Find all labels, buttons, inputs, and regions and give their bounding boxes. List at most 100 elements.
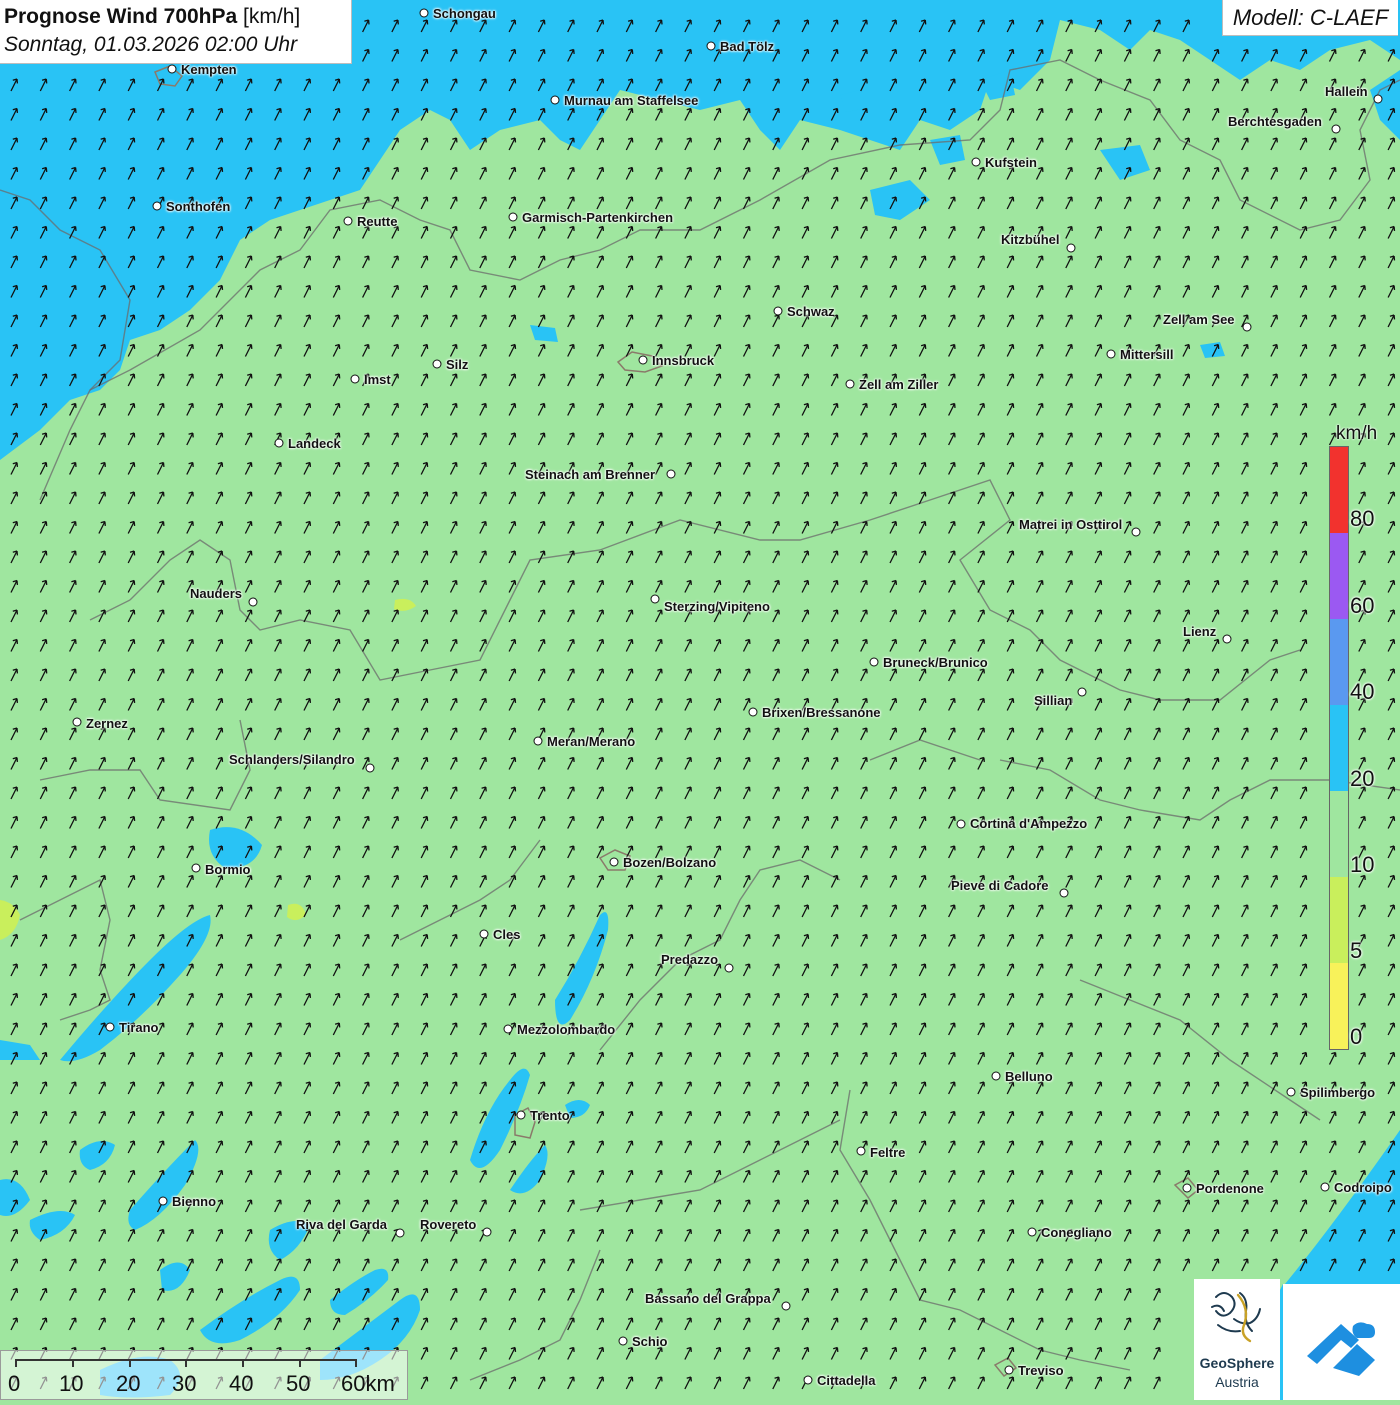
legend-label: 0: [1350, 1024, 1363, 1049]
city-label: Zell am See: [1163, 312, 1235, 327]
scale-tick: [129, 1359, 131, 1367]
city-marker: [869, 657, 879, 667]
city-marker: [152, 201, 162, 211]
city-marker: [1004, 1365, 1014, 1375]
city-label: Mezzolombardo: [517, 1022, 616, 1037]
app-logo-icon: [1307, 1322, 1375, 1376]
legend-label: 10: [1350, 852, 1375, 877]
legend-label: 5: [1350, 938, 1363, 963]
city-label: Lienz: [1183, 624, 1217, 639]
city-label: Meran/Merano: [547, 734, 636, 749]
app-logo[interactable]: [1283, 1284, 1400, 1400]
scale-label: 40: [229, 1371, 254, 1396]
legend-unit: km/h: [1336, 423, 1378, 444]
city-label: Riva del Garda: [296, 1217, 388, 1232]
city-label: Pordenone: [1196, 1181, 1264, 1196]
city-marker: [781, 1301, 791, 1311]
city-marker: [724, 963, 734, 973]
city-marker: [248, 597, 258, 607]
city-marker: [971, 157, 981, 167]
city-marker: [748, 707, 758, 717]
legend-color-bar: [1329, 446, 1349, 1050]
city-label: Feltre: [870, 1145, 906, 1160]
legend-segment: [1330, 877, 1348, 963]
city-marker: [191, 863, 201, 873]
city-label: Belluno: [1005, 1069, 1053, 1084]
city-label: Bienno: [172, 1194, 217, 1209]
city-label: Kufstein: [985, 155, 1037, 170]
city-label: Cortina d'Ampezzo: [970, 816, 1088, 831]
city-marker: [1066, 243, 1076, 253]
legend-segment: [1330, 791, 1348, 877]
city-marker: [856, 1146, 866, 1156]
city-label: Zell am Ziller: [859, 377, 939, 392]
city-label: Rovereto: [420, 1217, 477, 1232]
city-marker: [1242, 322, 1252, 332]
city-marker: [350, 374, 360, 384]
city-label: Bormio: [205, 862, 251, 877]
city-marker: [432, 359, 442, 369]
scale-tick: [185, 1359, 187, 1367]
map-title-main: Prognose Wind 700hPa: [4, 5, 238, 28]
city-marker: [609, 857, 619, 867]
city-label: Garmisch-Partenkirchen: [522, 210, 674, 225]
legend-segment: [1330, 963, 1348, 1049]
city-marker: [158, 1196, 168, 1206]
city-label: Bozen/Bolzano: [623, 855, 717, 870]
city-label: Codroipo: [1334, 1180, 1392, 1195]
city-marker: [803, 1375, 813, 1385]
map-title-unit: [km/h]: [243, 5, 301, 28]
city-label: Berchtesgaden: [1228, 114, 1322, 129]
city-marker: [618, 1336, 628, 1346]
model-label: Modell: C-LAEF: [1222, 0, 1398, 36]
city-marker: [1373, 94, 1383, 104]
city-label: Mittersill: [1120, 347, 1174, 362]
city-marker: [1077, 687, 1087, 697]
scale-label: 30: [172, 1371, 197, 1396]
city-label: Bad Tölz: [720, 39, 775, 54]
city-label: Tirano: [119, 1020, 159, 1035]
scale-tick: [242, 1359, 244, 1367]
city-label: Treviso: [1018, 1363, 1064, 1378]
city-label: Imst: [364, 372, 391, 387]
city-label: Reutte: [357, 214, 398, 229]
scale-tick: [355, 1359, 357, 1367]
city-label: Bruneck/Brunico: [883, 655, 988, 670]
city-marker: [650, 594, 660, 604]
city-marker: [516, 1110, 526, 1120]
city-label: Schio: [632, 1334, 668, 1349]
legend-segment: [1330, 533, 1348, 619]
city-marker: [482, 1227, 492, 1237]
legend-label: 40: [1350, 679, 1375, 704]
city-marker: [638, 355, 648, 365]
city-label: Matrei in Osttirol: [1019, 517, 1123, 532]
city-marker: [1320, 1182, 1330, 1192]
city-label: Schongau: [433, 6, 496, 21]
city-marker: [550, 95, 560, 105]
city-marker: [666, 469, 676, 479]
city-marker: [845, 379, 855, 389]
scale-bar: 0 10 20 30 40 50 60km: [0, 1350, 408, 1400]
legend-segment: [1330, 447, 1348, 533]
city-marker: [105, 1022, 115, 1032]
title-panel: Prognose Wind 700hPa [km/h] Sonntag, 01.…: [0, 0, 352, 64]
city-label: Trento: [530, 1108, 570, 1123]
city-marker: [395, 1228, 405, 1238]
city-marker: [508, 212, 518, 222]
city-label: Cittadella: [817, 1373, 876, 1388]
city-label: Cles: [493, 927, 521, 942]
city-marker: [773, 306, 783, 316]
scale-label: 20: [116, 1371, 141, 1396]
city-label: Silz: [446, 357, 469, 372]
city-marker: [533, 736, 543, 746]
city-marker: [1059, 888, 1069, 898]
logo-name-line1: GeoSphere: [1199, 1355, 1275, 1371]
city-label: Sonthofen: [166, 199, 231, 214]
city-marker: [1182, 1183, 1192, 1193]
city-marker: [706, 41, 716, 51]
city-marker: [343, 216, 353, 226]
city-label: Spilimbergo: [1300, 1085, 1376, 1100]
legend-label: 80: [1350, 506, 1375, 531]
geosphere-logo[interactable]: GeoSphere Austria: [1194, 1279, 1280, 1400]
city-marker: [1027, 1227, 1037, 1237]
